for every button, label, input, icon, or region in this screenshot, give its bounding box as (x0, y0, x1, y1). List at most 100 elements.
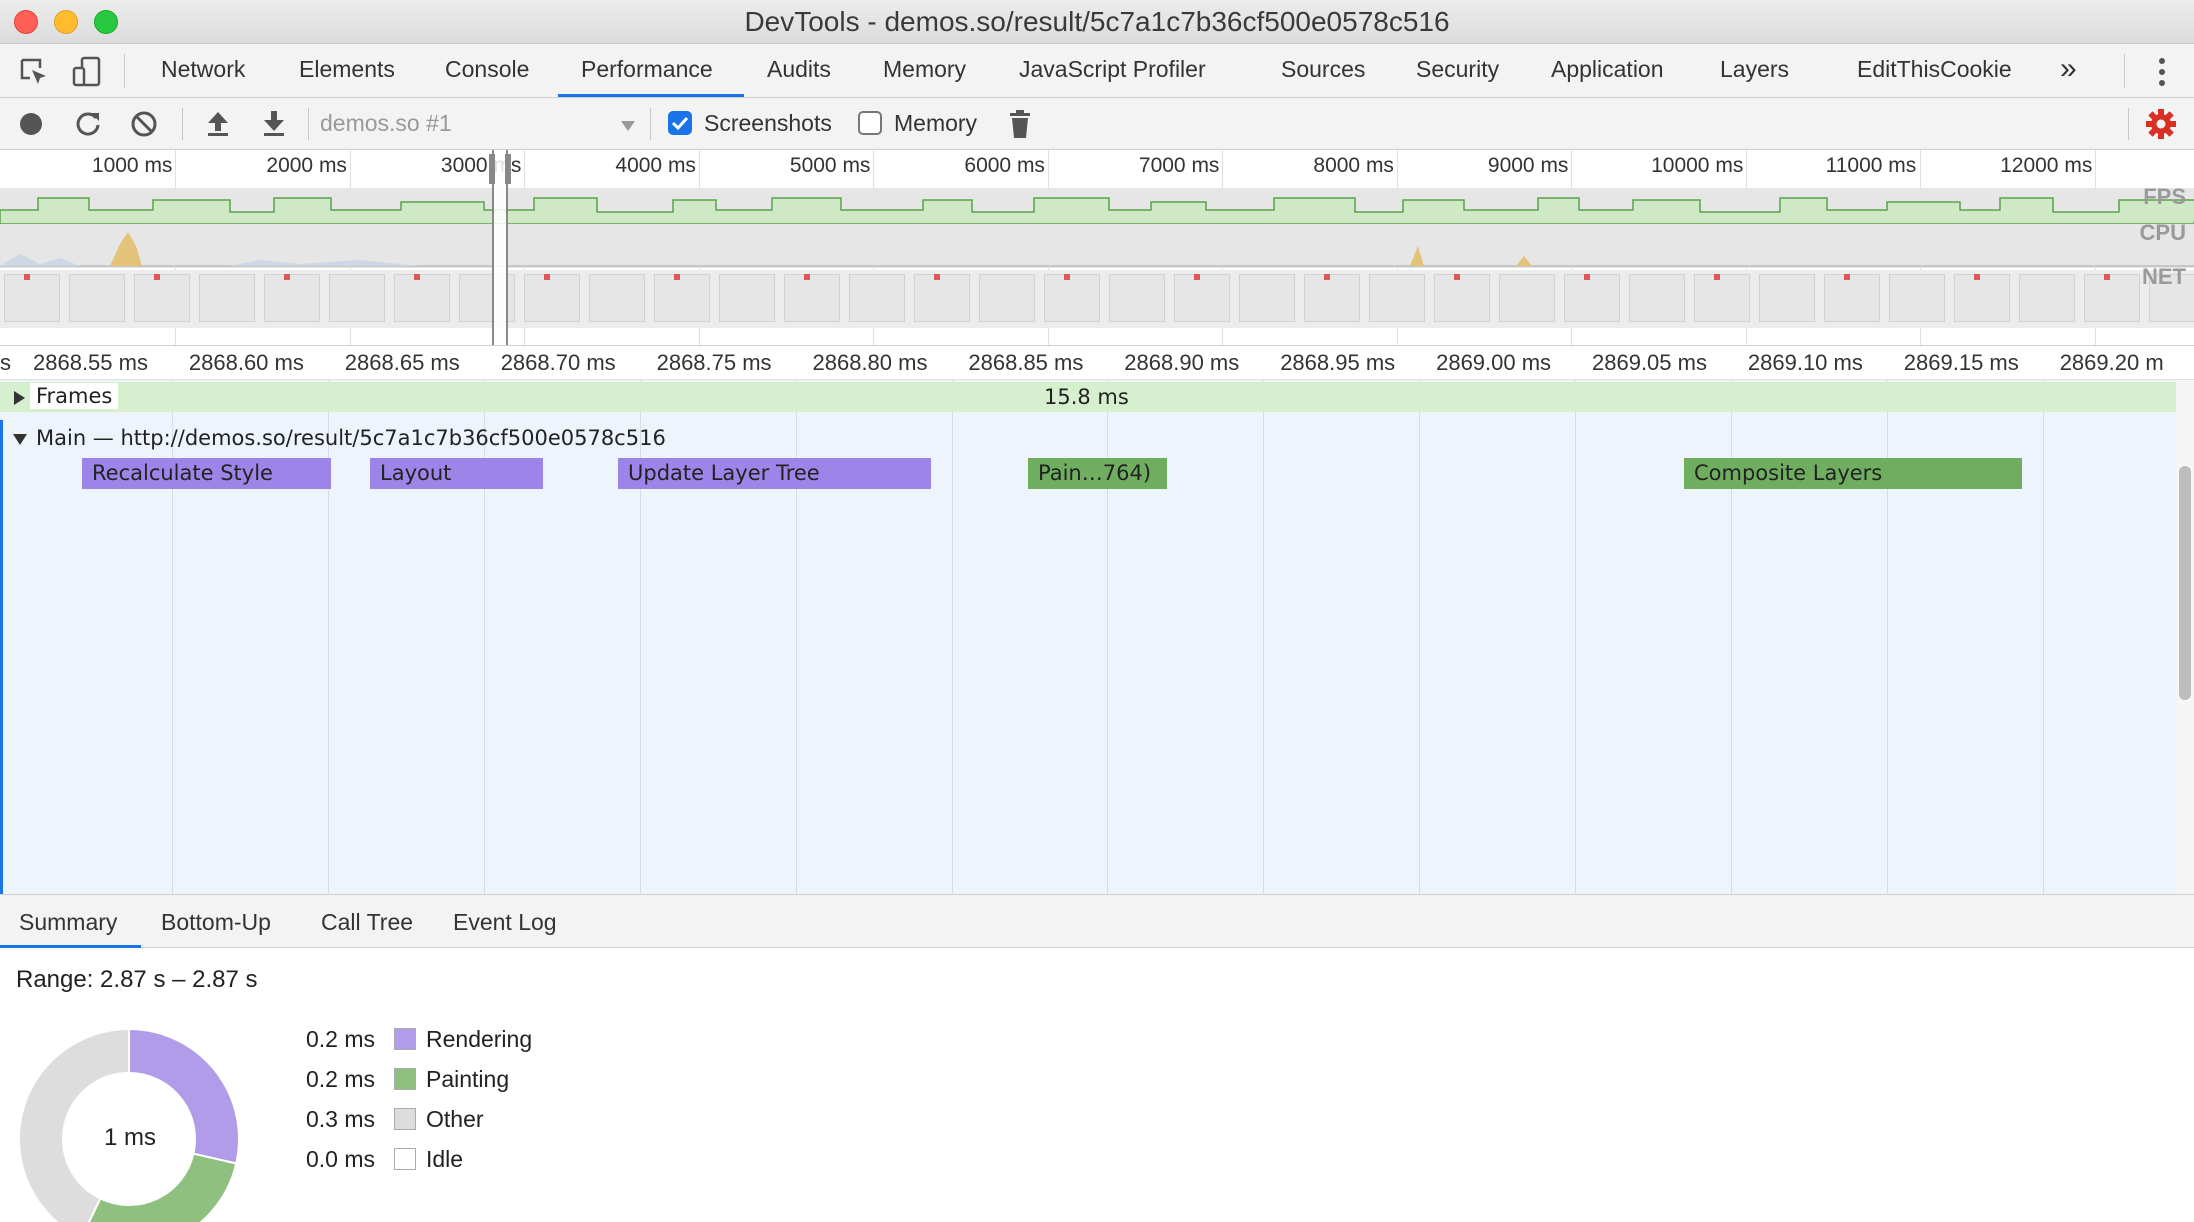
legend-value: 0.2 ms (306, 1026, 376, 1052)
network-request-bar (4, 274, 60, 322)
network-marker (674, 274, 680, 280)
network-request-bar (589, 274, 645, 322)
more-options-icon[interactable] (2155, 56, 2169, 88)
collapse-arrow-icon[interactable] (12, 432, 28, 446)
network-request-bar (1369, 274, 1425, 322)
event-layout[interactable]: Layout (370, 458, 543, 489)
idle-swatch (394, 1148, 416, 1170)
overview-tick-label: 11000 ms (1825, 154, 1917, 177)
tab-application[interactable]: Application (1551, 56, 1664, 83)
network-marker (24, 274, 30, 280)
event-update-layer-tree[interactable]: Update Layer Tree (618, 458, 931, 489)
network-request-bar (1759, 274, 1815, 322)
scrollbar-thumb[interactable] (2179, 466, 2191, 700)
memory-checkbox[interactable] (858, 111, 882, 135)
tab-network[interactable]: Network (161, 56, 245, 83)
event-recalculate-style[interactable]: Recalculate Style (82, 458, 331, 489)
time-ruler: s 2868.55 ms 2868.60 ms 2868.65 ms 2868.70 … (0, 346, 2194, 380)
vertical-scrollbar[interactable] (2176, 380, 2194, 894)
time-gridline (1263, 380, 1265, 894)
cpu-label: CPU (2139, 220, 2186, 245)
tab-bottom-up[interactable]: Bottom-Up (161, 909, 271, 936)
network-marker (2104, 274, 2110, 280)
legend-value: 0.2 ms (306, 1066, 376, 1092)
network-request-bar (1109, 274, 1165, 322)
load-profile-icon[interactable] (206, 109, 230, 137)
save-profile-icon[interactable] (262, 109, 286, 137)
expand-arrow-icon[interactable] (12, 390, 26, 406)
network-request-bar (1499, 274, 1555, 322)
tab-call-tree[interactable]: Call Tree (321, 909, 413, 936)
frames-track[interactable]: Frames 15.8 ms (0, 382, 2176, 412)
rendering-swatch (394, 1028, 416, 1050)
record-icon[interactable] (18, 111, 44, 137)
tab-layers[interactable]: Layers (1720, 56, 1789, 83)
network-request-bar (69, 274, 125, 322)
ruler-tick-label: 2868.65 ms (344, 350, 460, 375)
tab-sources[interactable]: Sources (1281, 56, 1365, 83)
reload-profile-icon[interactable] (74, 110, 102, 138)
network-marker (1974, 274, 1980, 280)
network-request-bar (1239, 274, 1295, 322)
capture-settings-gear-icon[interactable] (2146, 109, 2176, 139)
legend-row-other: 0.3 ms Other (300, 1106, 540, 1136)
tab-summary[interactable]: Summary (19, 909, 117, 936)
toolbar-divider (2128, 108, 2129, 140)
inspect-element-icon[interactable] (20, 58, 48, 86)
overview-tick-label: 7000 ms (1138, 154, 1220, 177)
main-thread-label[interactable]: Main — http://demos.so/result/5c7a1c7b36… (36, 426, 666, 450)
overview-tick-label: 8000 ms (1313, 154, 1394, 177)
toolbar-divider (124, 54, 125, 88)
network-request-bar (1564, 274, 1620, 322)
flame-chart[interactable]: s 2868.55 ms 2868.60 ms 2868.65 ms 2868.70 … (0, 346, 2194, 894)
toolbar-divider (650, 108, 651, 140)
timeline-overview[interactable]: 1000 ms 2000 ms 3000 ms 4000 ms 5000 ms 6000 … (0, 150, 2194, 346)
network-request-bar (2084, 274, 2140, 322)
tab-javascript-profiler[interactable]: JavaScript Profiler (1019, 56, 1206, 83)
toolbar-divider (2124, 54, 2125, 88)
tab-security[interactable]: Security (1416, 56, 1499, 83)
clear-icon[interactable] (130, 110, 158, 138)
ruler-tick-label: 2868.75 ms (656, 350, 772, 375)
legend-label: Painting (426, 1066, 510, 1092)
tab-event-log[interactable]: Event Log (453, 909, 557, 936)
tab-elements[interactable]: Elements (299, 56, 395, 83)
more-tabs-button[interactable]: » (2060, 52, 2077, 86)
time-gridline (1419, 380, 1421, 894)
network-request-bar (914, 274, 970, 322)
network-request-bar (1824, 274, 1880, 322)
tab-editthiscookie[interactable]: EditThisCookie (1857, 56, 2012, 83)
screenshots-label: Screenshots (704, 110, 832, 136)
network-marker (284, 274, 290, 280)
ruler-tick-label: 2868.80 ms (812, 350, 928, 375)
overview-tick-label: 5000 ms (789, 154, 871, 177)
device-toolbar-icon[interactable] (72, 56, 102, 88)
collect-garbage-icon[interactable] (1008, 109, 1032, 139)
tab-audits[interactable]: Audits (767, 56, 831, 83)
network-request-bar (979, 274, 1035, 322)
network-request-bar (264, 274, 320, 322)
legend-value: 0.3 ms (306, 1106, 376, 1132)
screenshots-checkbox[interactable] (668, 111, 692, 135)
ruler-tick-label: 2868.85 ms (968, 350, 1084, 375)
ruler-tick-label: 2869.20 m (2059, 350, 2164, 375)
network-request-bar (1174, 274, 1230, 322)
selection-handle-right[interactable] (505, 154, 511, 184)
overview-tick-label: 10000 ms (1651, 154, 1744, 177)
painting-swatch (394, 1068, 416, 1090)
memory-label: Memory (894, 110, 978, 136)
network-marker (1194, 274, 1200, 280)
chevron-down-icon (621, 121, 635, 131)
legend-row-rendering: 0.2 ms Rendering (300, 1026, 540, 1056)
network-request-bar (1629, 274, 1685, 322)
network-request-bar (524, 274, 580, 322)
tab-console[interactable]: Console (445, 56, 529, 83)
network-request-bar (1044, 274, 1100, 322)
event-paint[interactable]: Pain…764) (1028, 458, 1167, 489)
selection-handle-left[interactable] (489, 154, 495, 184)
tab-performance[interactable]: Performance (581, 56, 713, 83)
event-composite-layers[interactable]: Composite Layers (1684, 458, 2022, 489)
tab-memory[interactable]: Memory (883, 56, 966, 83)
frame-duration[interactable]: 15.8 ms (1044, 385, 1129, 409)
recording-select[interactable]: demos.so #1 (318, 102, 642, 146)
